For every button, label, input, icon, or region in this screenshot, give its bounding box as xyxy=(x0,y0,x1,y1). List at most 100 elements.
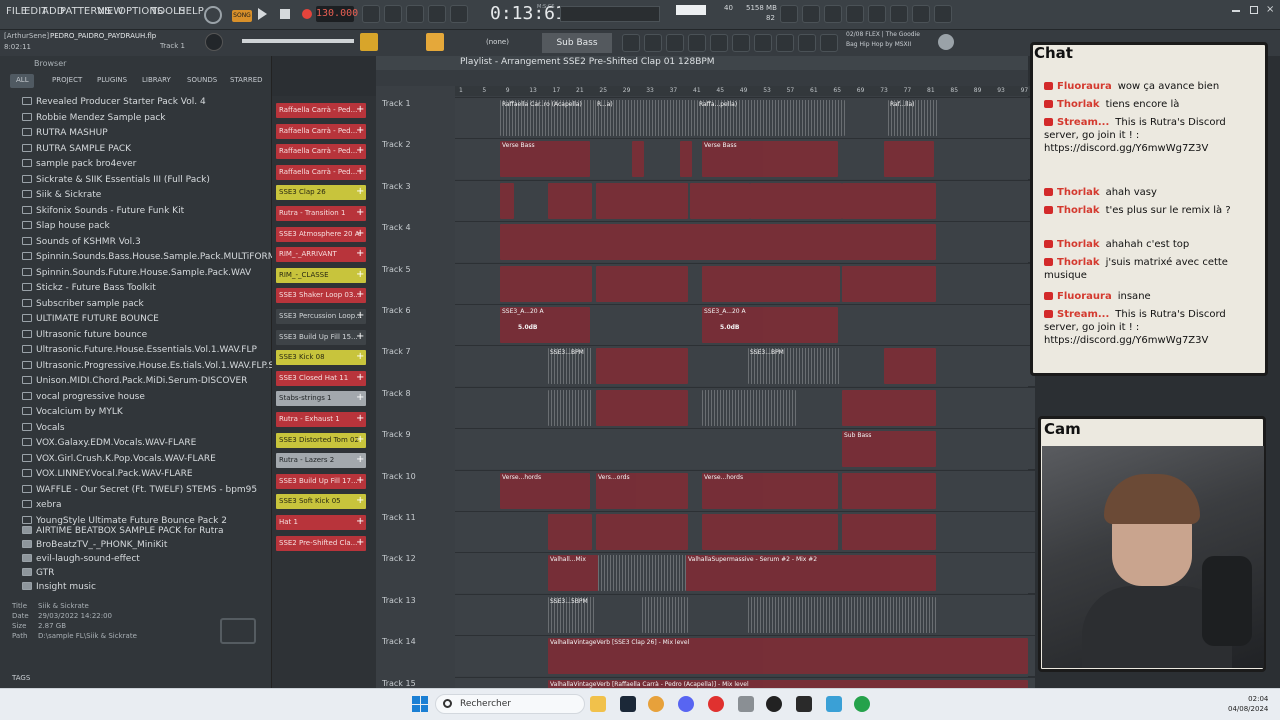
channel-add-icon[interactable]: + xyxy=(356,290,366,300)
pattern-clip[interactable] xyxy=(750,182,842,219)
taskbar-search[interactable]: Rechercher xyxy=(435,694,585,714)
track-label[interactable]: Track 11 xyxy=(382,513,416,522)
pattern-clip[interactable]: ValhallaSupermassive - Serum #2 - Mix #2 xyxy=(686,555,936,592)
news-line-2[interactable]: Bag Hip Hop by MSXII xyxy=(846,41,911,48)
channel-button[interactable]: SSE3 Shaker Loop 03... xyxy=(276,288,366,304)
loop-record-icon[interactable] xyxy=(450,5,468,23)
pattern-clip[interactable] xyxy=(702,389,796,426)
fl-studio-icon[interactable] xyxy=(648,696,664,712)
mixer-icon[interactable] xyxy=(802,5,820,23)
fl-logo-icon[interactable] xyxy=(938,34,954,50)
pattern-clip[interactable] xyxy=(884,141,934,178)
channel-button[interactable]: Rutra - Transition 1 xyxy=(276,206,366,221)
channel-add-icon[interactable]: + xyxy=(356,269,366,280)
taskbar-clock[interactable]: 02:04 04/08/2024 xyxy=(1228,694,1268,714)
channel-button[interactable]: RIM_-_ARRIVANT xyxy=(276,247,366,263)
play-icon[interactable] xyxy=(258,8,267,20)
close-icon[interactable]: × xyxy=(1266,4,1274,15)
pattern-clip[interactable] xyxy=(884,348,936,385)
maximize-icon[interactable] xyxy=(1250,6,1258,14)
minimize-icon[interactable] xyxy=(1232,10,1240,12)
channel-add-icon[interactable]: + xyxy=(356,352,366,362)
channel-button[interactable]: SSE3 Build Up Fill 17... xyxy=(276,473,366,489)
pattern-clip[interactable] xyxy=(500,182,514,219)
browser-file-item[interactable]: evil-laugh-sound-effect xyxy=(22,552,140,567)
browser-folder-item[interactable]: Subscriber sample pack xyxy=(22,297,144,312)
channel-button[interactable]: Stabs-strings 1 xyxy=(276,391,366,407)
pattern-clip[interactable]: R...a) xyxy=(595,100,695,136)
browser-folder-item[interactable]: VOX.Girl.Crush.K.Pop.Vocals.WAV-FLARE xyxy=(22,452,216,467)
channel-add-icon[interactable]: + xyxy=(356,228,366,239)
piano-roll-icon[interactable] xyxy=(644,34,662,52)
pattern-clip[interactable] xyxy=(596,265,688,302)
track-label[interactable]: Track 8 xyxy=(382,389,411,398)
browser-folder-item[interactable]: Robbie Mendez Sample pack xyxy=(22,111,166,126)
channel-add-icon[interactable]: + xyxy=(356,331,366,342)
browser-folder-item[interactable]: Skifonix Sounds - Future Funk Kit xyxy=(22,204,184,219)
browser-folder-item[interactable]: RUTRA SAMPLE PACK xyxy=(22,142,131,157)
menu-help[interactable]: HELP xyxy=(178,6,204,17)
browser-file-item[interactable]: AIRTIME BEATBOX SAMPLE PACK for Rutra xyxy=(22,524,223,539)
channel-button[interactable]: RIM_-_CLASSE xyxy=(276,267,366,283)
wait-input-icon[interactable] xyxy=(384,5,402,23)
cart-icon[interactable] xyxy=(820,34,838,52)
track-label[interactable]: Track 1 xyxy=(382,99,411,108)
channel-button[interactable]: SSE3 Kick 08 xyxy=(276,350,366,366)
master-pitch-slider[interactable] xyxy=(242,39,354,43)
channel-add-icon[interactable]: + xyxy=(356,537,366,548)
obs-icon[interactable] xyxy=(766,696,782,712)
preset-selector[interactable]: Sub Bass xyxy=(542,33,612,53)
brush-icon[interactable] xyxy=(776,34,794,52)
stamp-icon[interactable] xyxy=(450,33,468,51)
song-mode-toggle[interactable]: SONG xyxy=(232,10,252,22)
snap-selector[interactable]: (none) xyxy=(486,38,509,46)
track-label[interactable]: Track 14 xyxy=(382,637,416,646)
channel-add-icon[interactable]: + xyxy=(356,372,366,383)
channel-add-icon[interactable]: + xyxy=(356,434,366,445)
channel-button[interactable]: SSE3 Clap 26 xyxy=(276,185,366,201)
help-icon[interactable] xyxy=(846,5,864,23)
download-icon[interactable] xyxy=(934,5,952,23)
browser-folder-item[interactable]: xebra xyxy=(22,498,62,513)
channel-button[interactable]: Raffaella Carrà - Ped... xyxy=(276,123,366,139)
browser-folder-item[interactable]: VOX.LINNEY.Vocal.Pack.WAV-FLARE xyxy=(22,467,193,482)
pattern-clip[interactable] xyxy=(632,141,644,178)
channel-add-icon[interactable]: + xyxy=(356,311,366,321)
pattern-clip[interactable]: Raffaella Car..ro (Acapella) xyxy=(500,100,594,136)
pattern-clip[interactable] xyxy=(596,389,688,426)
channel-button[interactable]: Rutra - Lazers 2 xyxy=(276,453,366,469)
channel-add-icon[interactable]: + xyxy=(356,496,366,506)
discord-icon[interactable] xyxy=(678,696,694,712)
song-position-bar[interactable] xyxy=(560,6,660,22)
countdown-icon[interactable] xyxy=(406,5,424,23)
browser-folder-item[interactable]: Sounds of KSHMR Vol.3 xyxy=(22,235,141,250)
track-label[interactable]: Track 13 xyxy=(382,596,416,605)
file-explorer-icon[interactable] xyxy=(590,696,606,712)
tab-starred[interactable]: STARRED xyxy=(230,76,263,84)
pattern-clip[interactable]: ValhallaVintageVerb [SSE3 Clap 26] - Mix… xyxy=(548,638,1028,675)
track-label[interactable]: Track 6 xyxy=(382,306,411,315)
browser-folder-item[interactable]: Revealed Producer Starter Pack Vol. 4 xyxy=(22,95,206,110)
pattern-clip[interactable] xyxy=(842,389,936,426)
plugin-icon[interactable] xyxy=(890,5,908,23)
tab-library[interactable]: LIBRARY xyxy=(142,76,171,84)
channel-add-icon[interactable]: + xyxy=(356,475,366,486)
channel-button[interactable]: SSE3 Atmosphere 20 A xyxy=(276,226,366,242)
pattern-clip[interactable] xyxy=(596,348,688,385)
channel-button[interactable]: SSE2 Pre-Shifted Cla... xyxy=(276,535,366,551)
app-2-icon[interactable] xyxy=(826,696,842,712)
channel-button[interactable]: Raffaella Carrà - Ped... xyxy=(276,164,366,180)
channel-add-icon[interactable]: + xyxy=(356,393,366,403)
browser-file-item[interactable]: GTR xyxy=(22,566,54,581)
channel-add-icon[interactable]: + xyxy=(356,455,366,465)
track-label[interactable]: Track 3 xyxy=(382,182,411,191)
channel-add-icon[interactable]: + xyxy=(356,187,366,197)
pattern-clip[interactable]: Valhall...Mix xyxy=(548,555,598,592)
pattern-clip[interactable] xyxy=(596,514,688,550)
browser-folder-item[interactable]: Slap house pack xyxy=(22,219,110,234)
channel-add-icon[interactable]: + xyxy=(356,517,366,527)
track-row[interactable] xyxy=(455,593,1035,635)
step-edit-icon[interactable] xyxy=(428,5,446,23)
channel-button[interactable]: Raffaella Carrà - Ped... xyxy=(276,103,366,118)
browser-folder-item[interactable]: Ultrasonic.Future.House.Essentials.Vol.1… xyxy=(22,343,257,358)
